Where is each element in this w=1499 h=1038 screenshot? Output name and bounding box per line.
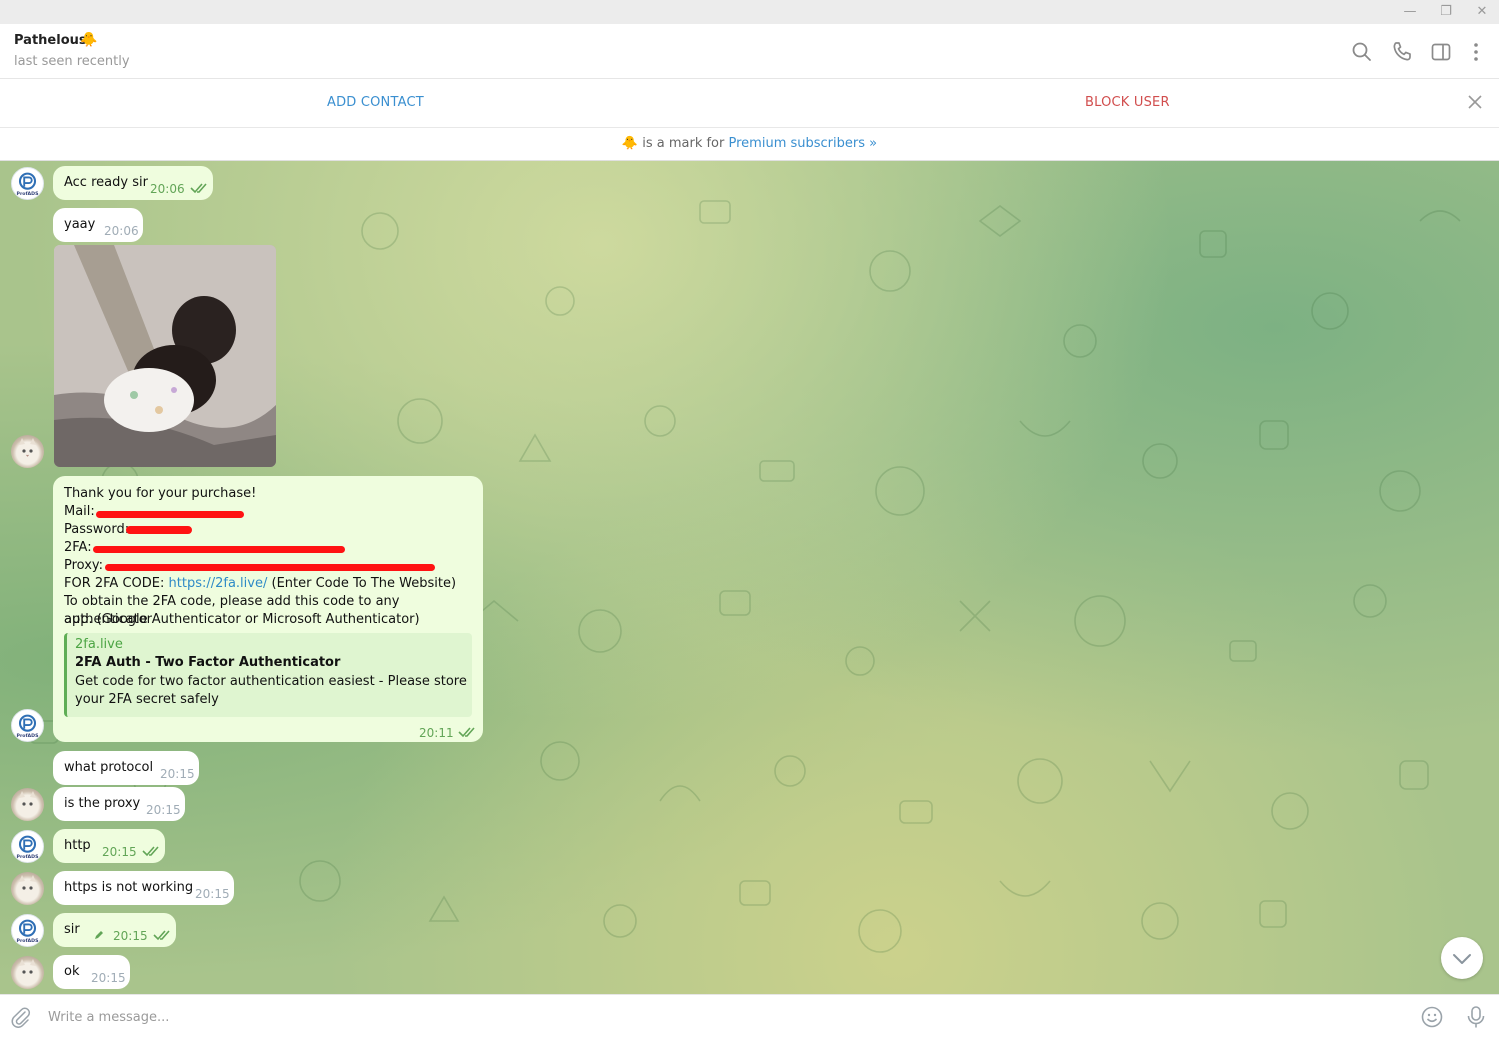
message-time: 20:15 (102, 845, 137, 859)
message-text: what protocol (64, 760, 154, 775)
avatar-pathelous[interactable] (11, 435, 44, 468)
avatar-profads[interactable]: ProfADS (11, 830, 44, 863)
code-suffix: (Enter Code To The Website) (271, 576, 457, 591)
emoji-icon[interactable] (1420, 1005, 1444, 1029)
redaction-mark (96, 511, 244, 518)
profads-logo-icon: ProfADS (17, 919, 40, 944)
message-text: http (64, 838, 91, 853)
message-bubble-in[interactable]: https is not working 20:15 (53, 871, 234, 905)
message-bubble-in[interactable]: what protocol 20:15 (53, 751, 199, 785)
profads-logo-icon: ProfADS (17, 172, 40, 197)
premium-text: is a mark for (642, 136, 725, 151)
password-label: Password: (64, 522, 130, 537)
message-composer (0, 994, 1499, 1038)
preview-description: Get code for two factor authentication e… (75, 674, 467, 707)
premium-info-bar: 🐥 is a mark for Premium subscribers » (0, 128, 1499, 161)
avatar-pathelous[interactable] (11, 956, 44, 989)
read-check-icon (153, 930, 170, 941)
preview-site-name: 2fa.live (75, 637, 123, 652)
message-photo[interactable] (54, 245, 276, 467)
message-text: https is not working (64, 880, 194, 895)
cat-avatar-icon (19, 791, 36, 806)
avatar-profads[interactable]: ProfADS (11, 709, 44, 742)
profads-logo-icon: ProfADS (17, 835, 40, 860)
message-time: 20:15 (146, 803, 181, 817)
message-text: ok (64, 964, 80, 979)
redaction-mark (126, 526, 192, 534)
read-check-icon (458, 727, 475, 738)
premium-emoji: 🐥 (621, 136, 639, 151)
proxy-label: Proxy: (64, 558, 104, 573)
chat-header[interactable]: Pathelous 🐥 last seen recently (0, 24, 1499, 79)
add-contact-button[interactable]: ADD CONTACT (327, 95, 424, 110)
premium-subscribers-link[interactable]: Premium subscribers » (729, 136, 878, 151)
attach-icon[interactable] (10, 1006, 32, 1028)
scroll-to-bottom-button[interactable] (1441, 937, 1483, 979)
message-bubble-out[interactable]: Acc ready sir 20:06 (53, 166, 213, 200)
cat-avatar-icon (19, 438, 36, 457)
minimize-button[interactable]: — (1392, 0, 1428, 24)
message-bubble-out[interactable]: http 20:15 (53, 829, 165, 863)
twofa-label: 2FA: (64, 540, 92, 555)
twofa-live-link[interactable]: https://2fa.live/ (169, 576, 268, 591)
message-time: 20:06 (150, 182, 185, 196)
message-time: 20:15 (91, 971, 126, 985)
redaction-mark (105, 564, 435, 571)
peer-name[interactable]: Pathelous (14, 33, 87, 48)
peer-status: last seen recently (14, 54, 130, 69)
chevron-down-icon (1453, 954, 1471, 964)
monkey-photo (54, 245, 276, 467)
phone-icon[interactable] (1390, 40, 1414, 64)
mail-label: Mail: (64, 504, 95, 519)
cat-avatar-icon (19, 959, 36, 974)
message-bubble-in[interactable]: ok 20:15 (53, 955, 130, 989)
search-icon[interactable] (1350, 40, 1374, 64)
premium-emoji-status[interactable]: 🐥 (80, 32, 97, 48)
message-time: 20:15 (160, 767, 195, 781)
restore-button[interactable]: ❐ (1428, 0, 1464, 24)
svg-text:ProfADS: ProfADS (17, 191, 40, 197)
window-titlebar: — ❐ ✕ (0, 0, 1499, 24)
avatar-profads[interactable]: ProfADS (11, 167, 44, 200)
avatar-pathelous[interactable] (11, 788, 44, 821)
message-bubble-out[interactable]: sir 20:15 (53, 913, 176, 947)
message-text: Acc ready sir (64, 175, 148, 190)
contact-action-bar: ADD CONTACT BLOCK USER (0, 79, 1499, 128)
purchase-thanks: Thank you for your purchase! (64, 486, 257, 501)
message-text: yaay (64, 217, 96, 232)
link-preview[interactable]: 2fa.live 2FA Auth - Two Factor Authentic… (64, 633, 472, 717)
message-text: is the proxy (64, 796, 141, 811)
more-menu-icon[interactable] (1464, 40, 1488, 64)
read-check-icon (142, 846, 159, 857)
message-time: 20:15 (113, 929, 148, 943)
block-user-button[interactable]: BLOCK USER (1085, 95, 1170, 110)
message-text: sir (64, 922, 80, 937)
svg-text:ProfADS: ProfADS (17, 938, 40, 944)
close-icon[interactable] (1464, 91, 1486, 113)
chat-messages-area[interactable]: ProfADS Acc ready sir 20:06 yaay 20:06 T… (0, 161, 1499, 994)
redaction-mark (93, 546, 345, 553)
microphone-icon[interactable] (1465, 1005, 1487, 1029)
avatar-pathelous[interactable] (11, 872, 44, 905)
read-check-icon (190, 183, 207, 194)
close-window-button[interactable]: ✕ (1464, 0, 1499, 24)
avatar-profads[interactable]: ProfADS (11, 914, 44, 947)
message-time: 20:11 (419, 726, 454, 740)
message-input[interactable] (48, 1003, 1398, 1031)
message-time: 20:06 (104, 224, 139, 238)
sidebar-toggle-icon[interactable] (1429, 40, 1453, 64)
cat-avatar-icon (19, 875, 36, 890)
message-bubble-in[interactable]: yaay 20:06 (53, 208, 143, 242)
edited-pencil-icon (95, 931, 103, 939)
twofa-code-line: FOR 2FA CODE: https://2fa.live/ (Enter C… (64, 575, 456, 593)
svg-text:ProfADS: ProfADS (17, 854, 40, 860)
profads-logo-icon: ProfADS (17, 714, 40, 739)
message-time: 20:15 (195, 887, 230, 901)
code-prefix: FOR 2FA CODE: (64, 576, 165, 591)
message-bubble-in[interactable]: is the proxy 20:15 (53, 787, 185, 821)
svg-text:ProfADS: ProfADS (17, 733, 40, 739)
obtain-line-2: app. (Google Authenticator or Microsoft … (64, 612, 420, 627)
preview-title: 2FA Auth - Two Factor Authenticator (75, 655, 341, 670)
